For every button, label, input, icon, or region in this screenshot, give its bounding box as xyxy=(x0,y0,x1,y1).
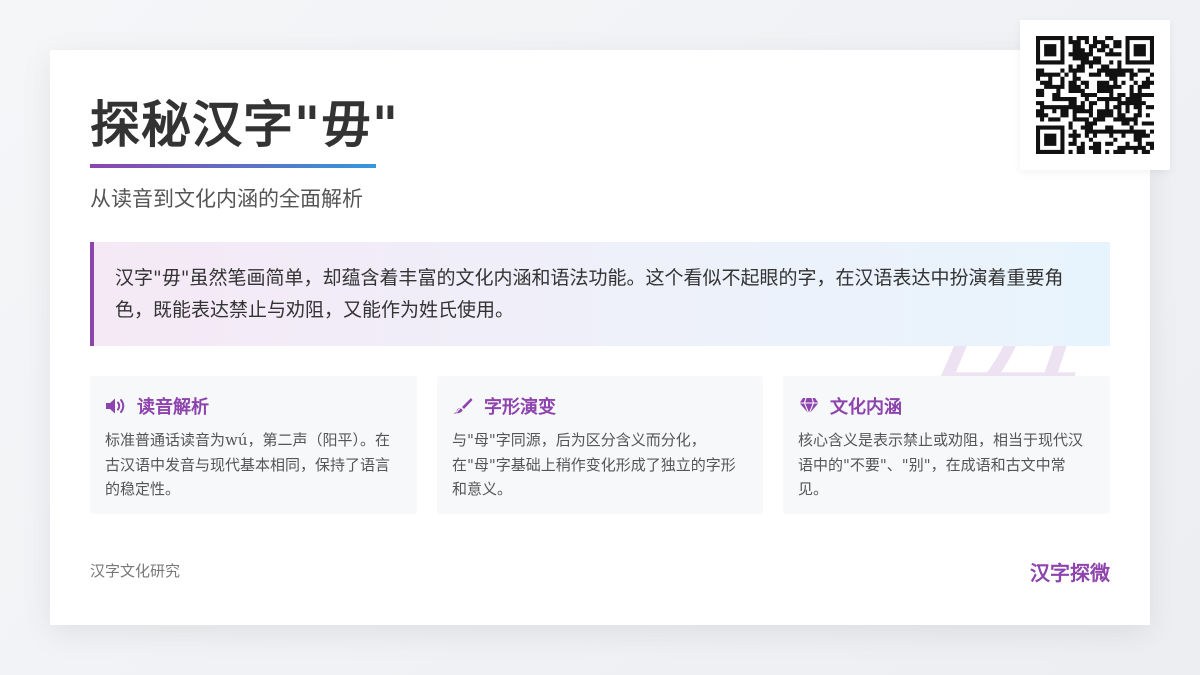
feature-header: 读音解析 xyxy=(105,394,402,418)
feature-header: 文化内涵 xyxy=(798,394,1095,418)
feature-text: 与"母"字同源，后为区分含义而分化，在"母"字基础上稍作变化形成了独立的字形和意… xyxy=(452,431,736,498)
feature-title: 字形演变 xyxy=(484,397,556,418)
intro-callout: 汉字"毋"虽然笔画简单，却蕴含着丰富的文化内涵和语法功能。这个看似不起眼的字，在… xyxy=(90,242,1110,346)
footer-brand: 汉字探微 xyxy=(1030,561,1110,585)
intro-text: 汉字"毋"虽然笔画简单，却蕴含着丰富的文化内涵和语法功能。这个看似不起眼的字，在… xyxy=(115,267,1064,321)
gem-icon xyxy=(798,397,820,415)
title-underline xyxy=(90,164,376,168)
feature-text: 标准普通话读音为wú，第二声（阳平）。在古汉语中发音与现代基本相同，保持了语言的… xyxy=(105,431,391,498)
qr-code[interactable] xyxy=(1020,20,1170,170)
speaker-icon xyxy=(105,397,127,415)
feature-card-culture: 文化内涵 核心含义是表示禁止或劝阻，相当于现代汉语中的"不要"、"别"，在成语和… xyxy=(783,376,1110,514)
feature-text: 核心含义是表示禁止或劝阻，相当于现代汉语中的"不要"、"别"，在成语和古文中常见… xyxy=(798,431,1084,498)
footer-source: 汉字文化研究 xyxy=(90,562,181,580)
feature-title: 文化内涵 xyxy=(830,397,902,418)
brush-icon xyxy=(452,397,474,415)
slide-card: 毋 探秘汉字"毋" 从读音到文化内涵的全面解析 汉字"毋"虽然笔画简单，却蕴含着… xyxy=(50,50,1150,625)
qr-code-icon xyxy=(1036,36,1154,154)
feature-title: 读音解析 xyxy=(137,397,209,418)
page-subtitle: 从读音到文化内涵的全面解析 xyxy=(90,187,363,211)
feature-card-pronunciation: 读音解析 标准普通话读音为wú，第二声（阳平）。在古汉语中发音与现代基本相同，保… xyxy=(90,376,417,514)
feature-header: 字形演变 xyxy=(452,394,748,418)
feature-card-evolution: 字形演变 与"母"字同源，后为区分含义而分化，在"母"字基础上稍作变化形成了独立… xyxy=(437,376,763,514)
page-title: 探秘汉字"毋" xyxy=(90,95,400,154)
